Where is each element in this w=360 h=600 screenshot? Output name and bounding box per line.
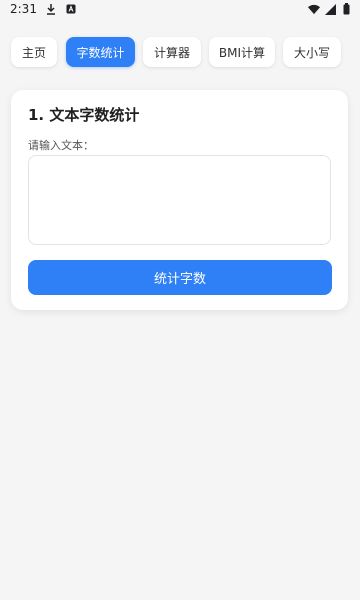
tab-home[interactable]: 主页 [11, 37, 57, 67]
battery-icon [340, 3, 352, 15]
tab-home-label: 主页 [21, 45, 46, 60]
status-time: 2:31 [10, 2, 37, 16]
tab-word-count-label: 字数统计 [76, 45, 125, 60]
download-icon [45, 3, 57, 15]
tab-case-convert[interactable]: 大小写 [283, 37, 341, 67]
tab-word-count[interactable]: 字数统计 [66, 37, 135, 67]
feature-tab-bar: 主页 字数统计 计算器 BMI计算 大小写 [11, 37, 351, 67]
text-input-area[interactable] [28, 155, 331, 245]
status-bar-left: 2:31 [10, 2, 77, 16]
status-bar: 2:31 [0, 0, 360, 18]
wifi-icon [308, 3, 320, 15]
card-title: 1. 文本字数统计 [28, 106, 140, 124]
word-count-card: 1. 文本字数统计 请输入文本： 统计字数 [11, 90, 348, 310]
tab-case-convert-label: 大小写 [293, 45, 330, 60]
cellular-signal-icon [324, 3, 336, 15]
tab-bmi-label: BMI计算 [218, 45, 266, 60]
text-input-label: 请输入文本： [28, 139, 94, 152]
tab-bmi[interactable]: BMI计算 [209, 37, 275, 67]
tab-calculator-label: 计算器 [153, 45, 190, 60]
count-words-button-label: 统计字数 [153, 271, 206, 286]
tab-calculator[interactable]: 计算器 [143, 37, 201, 67]
status-bar-right [308, 3, 352, 15]
count-words-button[interactable]: 统计字数 [28, 260, 332, 295]
notification-app-icon [65, 3, 77, 15]
